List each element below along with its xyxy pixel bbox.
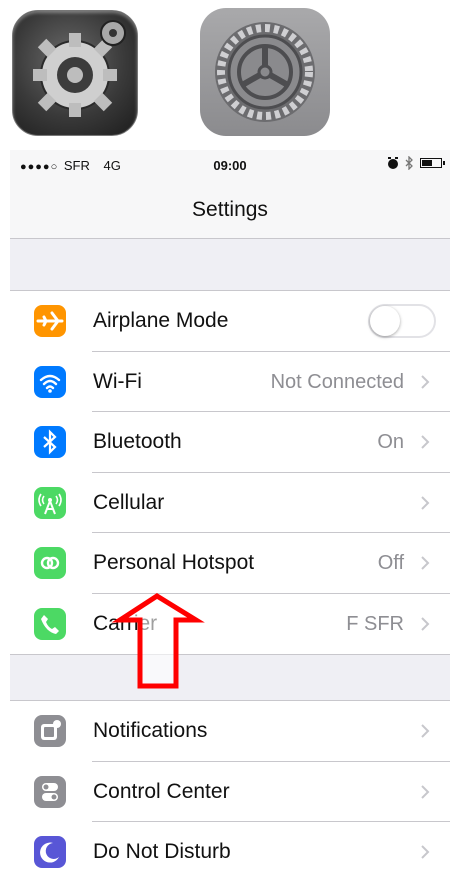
settings-row-do-not-disturb[interactable]: Do Not Disturb — [10, 822, 450, 874]
settings-row-carrier[interactable]: Carrier F SFR — [10, 594, 450, 655]
airplane-icon — [34, 305, 66, 337]
settings-row-notifications[interactable]: Notifications — [10, 701, 450, 762]
chevron-right-icon — [421, 556, 430, 570]
gear-icon — [33, 20, 126, 117]
settings-row-bluetooth[interactable]: Bluetooth On — [10, 412, 450, 473]
settings-icon-ios7[interactable] — [200, 8, 330, 136]
row-label: Personal Hotspot — [93, 551, 255, 574]
row-label: Wi-Fi — [93, 369, 142, 393]
settings-row-wi-fi[interactable]: Wi-Fi Not Connected — [10, 352, 450, 412]
wifi-icon — [34, 365, 66, 398]
moon-icon — [34, 836, 66, 868]
chevron-right-icon — [421, 616, 430, 631]
row-label: Airplane Mode — [93, 309, 229, 332]
row-value: Not Connected — [270, 370, 404, 393]
settings-group-system: Notifications Control Center Do Not Distur… — [10, 700, 450, 874]
gear-icon — [215, 22, 315, 122]
chevron-right-icon — [421, 495, 430, 510]
control-center-icon — [34, 775, 66, 808]
alarm-icon — [388, 157, 398, 169]
settings-row-control-center[interactable]: Control Center — [10, 762, 450, 822]
row-label: Control Center — [93, 779, 230, 803]
settings-row-airplane-mode[interactable]: Airplane Mode — [10, 291, 450, 352]
red-arrow-annotation — [111, 593, 205, 689]
settings-icon-ios6[interactable] — [12, 10, 138, 136]
chevron-right-icon — [421, 784, 430, 799]
chevron-right-icon — [421, 374, 430, 389]
page-title: Settings — [192, 198, 268, 221]
status-bar: ●●●●○ SFR 4G 09:00 — [10, 150, 450, 180]
bluetooth-icon — [34, 426, 66, 458]
row-value: Off — [377, 552, 404, 574]
settings-row-cellular[interactable]: Cellular — [10, 473, 450, 533]
row-value: F SFR — [346, 612, 404, 635]
settings-group-connectivity: Airplane Mode Wi-Fi Not Connected Bluetooth… — [10, 290, 450, 655]
chevron-right-icon — [421, 724, 430, 738]
airplane-mode-toggle[interactable] — [368, 304, 436, 338]
hotspot-icon — [34, 547, 66, 579]
chevron-right-icon — [421, 435, 430, 449]
row-value: On — [377, 431, 404, 453]
battery-icon — [420, 158, 445, 168]
chevron-right-icon — [421, 845, 430, 859]
row-label: Notifications — [93, 719, 208, 742]
settings-screen: ●●●●○ SFR 4G 09:00 Settings Airplane Mod… — [10, 150, 450, 874]
notifications-icon — [34, 715, 66, 747]
toggle-knob — [370, 306, 400, 336]
clock: 09:00 — [213, 158, 247, 173]
settings-row-personal-hotspot[interactable]: Personal Hotspot Off — [10, 533, 450, 594]
row-label: Cellular — [93, 490, 165, 514]
navigation-bar: Settings — [10, 180, 450, 239]
bluetooth-status-icon — [405, 156, 413, 170]
cellular-icon — [34, 486, 66, 519]
row-label: Bluetooth — [93, 430, 182, 453]
row-label: Do Not Disturb — [93, 840, 231, 863]
phone-icon — [34, 607, 66, 640]
